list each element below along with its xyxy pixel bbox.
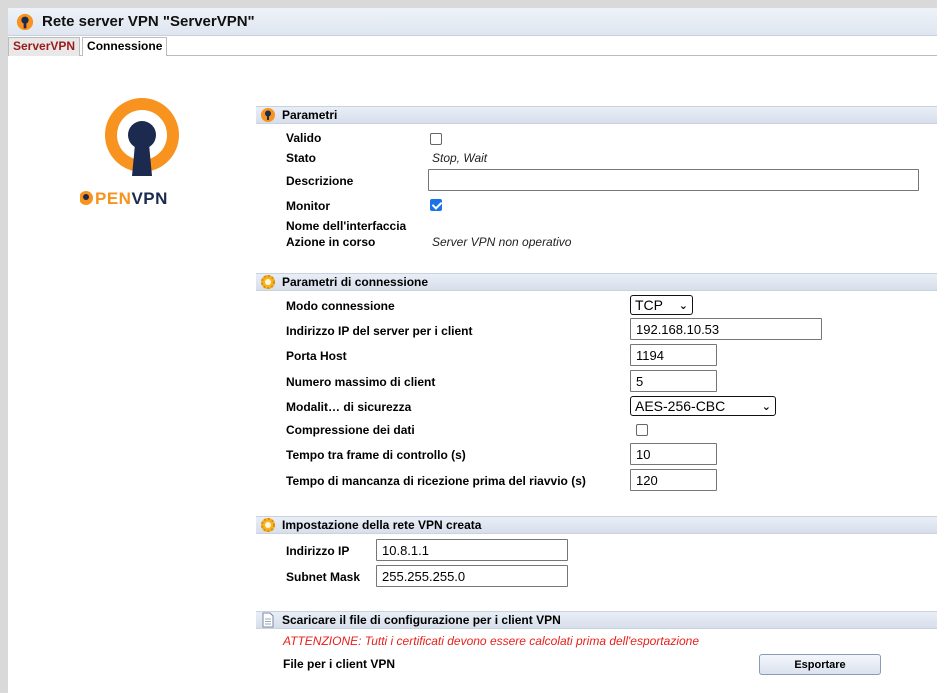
- document-icon: [262, 612, 274, 628]
- tab-bar: ServerVPN Connessione: [8, 37, 937, 56]
- stato-value: Stop, Wait: [432, 151, 488, 165]
- section-rete-header: Impostazione della rete VPN creata: [256, 516, 937, 534]
- tempo-frame-label: Tempo tra frame di controllo (s): [286, 448, 466, 462]
- section-parametri-header: Parametri: [256, 106, 937, 124]
- stato-label: Stato: [286, 151, 316, 165]
- modo-connessione-label: Modo connessione: [286, 299, 395, 313]
- chevron-down-icon: ⌄: [761, 400, 771, 413]
- openvpn-icon: [261, 108, 275, 122]
- openvpn-icon: [16, 13, 34, 30]
- section-title: Scaricare il file di configurazione per …: [282, 613, 561, 627]
- section-title: Parametri: [282, 108, 338, 122]
- section-download-header: Scaricare il file di configurazione per …: [256, 611, 937, 629]
- export-warning: ATTENZIONE: Tutti i certificati devono e…: [283, 634, 700, 648]
- indirizzo-ip-input[interactable]: [376, 539, 568, 561]
- porta-host-label: Porta Host: [286, 349, 347, 363]
- max-client-input[interactable]: [630, 370, 717, 392]
- ip-server-label: Indirizzo IP del server per i client: [286, 324, 473, 338]
- tab-connessione[interactable]: Connessione: [82, 37, 168, 56]
- tempo-riavvio-input[interactable]: [630, 469, 717, 491]
- compressione-label: Compressione dei dati: [286, 423, 415, 437]
- indirizzo-ip-label: Indirizzo IP: [286, 544, 350, 558]
- openvpn-logo: PENVPN: [80, 98, 179, 208]
- logo-vpn: VPN: [131, 189, 167, 208]
- tempo-riavvio-label: Tempo di mancanza di ricezione prima del…: [286, 474, 586, 488]
- compressione-checkbox[interactable]: [636, 424, 648, 436]
- section-title: Impostazione della rete VPN creata: [282, 518, 482, 532]
- azione-value: Server VPN non operativo: [432, 235, 572, 249]
- valido-checkbox[interactable]: [430, 133, 442, 145]
- export-button[interactable]: Esportare: [759, 654, 881, 675]
- nome-interfaccia-label: Nome dell'interfaccia: [286, 219, 407, 233]
- sicurezza-value: AES-256-CBC: [635, 398, 726, 414]
- subnet-mask-input[interactable]: [376, 565, 568, 587]
- gear-icon: [261, 518, 275, 532]
- sicurezza-select[interactable]: AES-256-CBC ⌄: [630, 396, 776, 416]
- descrizione-input[interactable]: [428, 169, 919, 191]
- valido-label: Valido: [286, 131, 322, 145]
- title-bar: Rete server VPN "ServerVPN": [8, 8, 937, 36]
- porta-host-input[interactable]: [630, 344, 717, 366]
- section-connessione-header: Parametri di connessione: [256, 273, 937, 291]
- descrizione-label: Descrizione: [286, 174, 354, 188]
- svg-text:PENVPN: PENVPN: [95, 189, 168, 208]
- file-client-label: File per i client VPN: [283, 657, 396, 671]
- sicurezza-label: Modalit… di sicurezza: [286, 400, 412, 414]
- chevron-down-icon: ⌄: [678, 299, 688, 312]
- logo-pen: PEN: [95, 189, 131, 208]
- section-title: Parametri di connessione: [282, 275, 429, 289]
- modo-connessione-value: TCP: [635, 297, 663, 313]
- max-client-label: Numero massimo di client: [286, 375, 436, 389]
- tab-servervpn[interactable]: ServerVPN: [8, 37, 81, 56]
- window-title: Rete server VPN "ServerVPN": [42, 13, 255, 30]
- azione-label: Azione in corso: [286, 235, 376, 249]
- subnet-mask-label: Subnet Mask: [286, 570, 361, 584]
- tempo-frame-input[interactable]: [630, 443, 717, 465]
- ip-server-input[interactable]: [630, 318, 822, 340]
- modo-connessione-select[interactable]: TCP ⌄: [630, 295, 693, 315]
- gear-icon: [261, 275, 275, 289]
- monitor-label: Monitor: [286, 199, 330, 213]
- monitor-checkbox[interactable]: [430, 199, 442, 211]
